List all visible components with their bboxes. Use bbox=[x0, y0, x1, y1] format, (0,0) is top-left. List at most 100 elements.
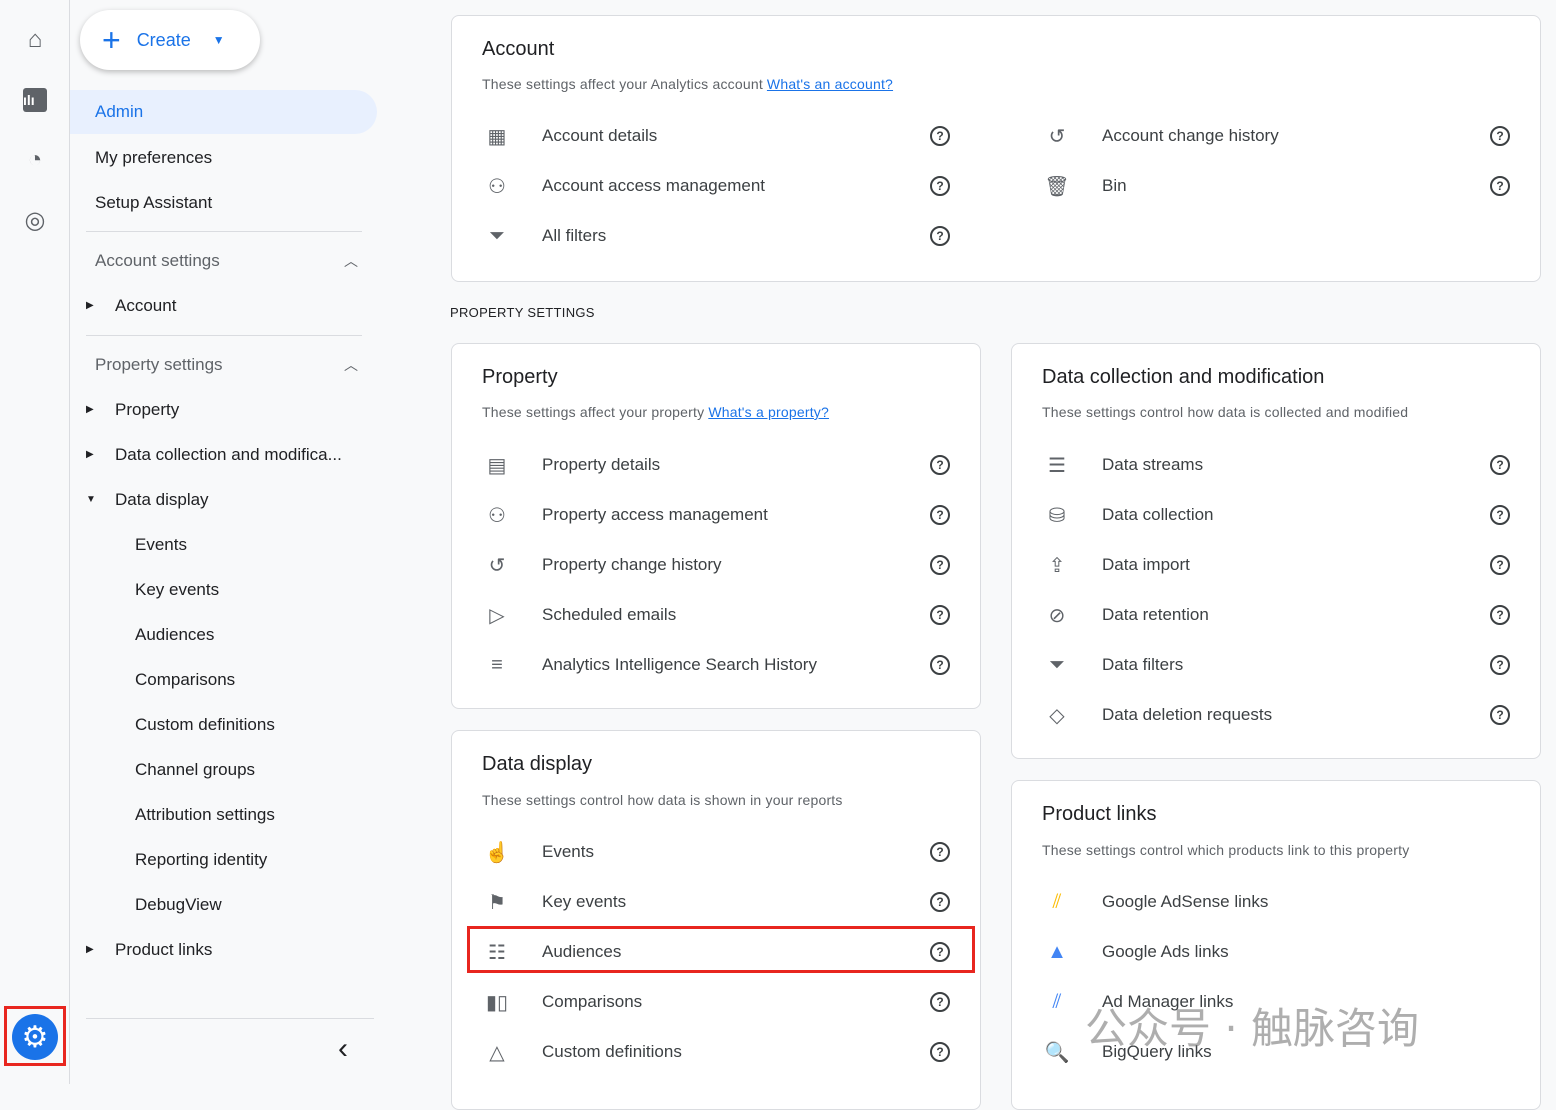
help-link[interactable]: What's a property? bbox=[708, 404, 829, 420]
settings-row-data-import[interactable]: ⇪ Data import? bbox=[1012, 545, 1512, 585]
settings-row-analytics-intelligence-search-history[interactable]: ≡ Analytics Intelligence Search History? bbox=[452, 645, 952, 685]
help-icon[interactable]: ? bbox=[930, 555, 950, 575]
sidebar-item-debugview[interactable]: DebugView bbox=[135, 895, 222, 915]
settings-row-property-access-management[interactable]: ⚇ Property access management? bbox=[452, 495, 952, 535]
help-icon[interactable]: ? bbox=[1490, 455, 1510, 475]
help-icon[interactable]: ? bbox=[930, 176, 950, 196]
settings-row-comparisons[interactable]: ▮▯ Comparisons? bbox=[452, 982, 952, 1022]
row-label: Property access management bbox=[542, 505, 768, 524]
row-label: Data filters bbox=[1102, 655, 1184, 674]
bigquery-icon: 🔍 bbox=[1044, 1041, 1070, 1064]
plus-icon: + bbox=[102, 21, 121, 58]
sidebar-item-key-events[interactable]: Key events bbox=[135, 580, 219, 600]
settings-row-data-deletion-requests[interactable]: ◇ Data deletion requests? bbox=[1012, 695, 1512, 735]
create-button[interactable]: + Create ▼ bbox=[80, 10, 260, 70]
divider bbox=[86, 231, 362, 232]
settings-row-key-events[interactable]: ⚑ Key events? bbox=[452, 882, 952, 922]
search-history-icon: ≡ bbox=[491, 653, 503, 676]
settings-row-account-access-management[interactable]: ⚇ Account access management? bbox=[452, 166, 952, 206]
sidebar-item-custom-definitions[interactable]: Custom definitions bbox=[135, 715, 275, 735]
help-icon[interactable]: ? bbox=[1490, 605, 1510, 625]
sidebar-group-account-settings[interactable]: Account settings bbox=[95, 251, 220, 271]
sidebar-item-product-links[interactable]: Product links bbox=[115, 940, 212, 960]
property-card: Property These settings affect your prope… bbox=[451, 343, 981, 709]
sidebar-item-admin[interactable]: Admin bbox=[70, 90, 377, 134]
settings-row-data-retention[interactable]: ⊘ Data retention? bbox=[1012, 595, 1512, 635]
settings-row-google-adsense-links[interactable]: ⫽ Google AdSense links bbox=[1012, 882, 1512, 922]
card-title: Account bbox=[482, 38, 555, 60]
sidebar-item-data-display[interactable]: Data display bbox=[115, 490, 209, 510]
row-label: Custom definitions bbox=[542, 1042, 682, 1061]
help-icon[interactable]: ? bbox=[1490, 555, 1510, 575]
sidebar-item-audiences[interactable]: Audiences bbox=[135, 625, 214, 645]
sidebar-group-property-settings[interactable]: Property settings bbox=[95, 355, 223, 375]
expand-arrow-icon[interactable]: ▶ bbox=[86, 300, 94, 311]
divider bbox=[86, 1018, 374, 1019]
description-text: These settings control how data is colle… bbox=[1042, 404, 1409, 420]
collapse-sidebar-icon[interactable]: ‹ bbox=[338, 1032, 348, 1066]
row-label: Key events bbox=[542, 892, 627, 911]
settings-row-data-filters[interactable]: ⏷ Data filters? bbox=[1012, 645, 1512, 685]
advertising-icon[interactable]: ◎ bbox=[20, 205, 50, 235]
settings-row-data-collection[interactable]: ⛁ Data collection? bbox=[1012, 495, 1512, 535]
expand-arrow-icon[interactable]: ▶ bbox=[86, 449, 94, 460]
row-label: Comparisons bbox=[542, 992, 643, 1011]
settings-row-all-filters[interactable]: ⏷ All filters? bbox=[452, 216, 952, 256]
help-icon[interactable]: ? bbox=[1490, 126, 1510, 146]
sidebar-item-reporting-identity[interactable]: Reporting identity bbox=[135, 850, 267, 870]
reports-icon[interactable]: ılı bbox=[20, 85, 50, 115]
help-icon[interactable]: ? bbox=[930, 605, 950, 625]
settings-row-account-change-history[interactable]: ↺ Account change history? bbox=[1012, 116, 1512, 156]
row-label: Scheduled emails bbox=[542, 605, 677, 624]
sidebar-item-events[interactable]: Events bbox=[135, 535, 187, 555]
settings-row-custom-definitions[interactable]: △ Custom definitions? bbox=[452, 1032, 952, 1072]
settings-row-events[interactable]: ☝ Events? bbox=[452, 832, 952, 872]
explore-icon[interactable]: ◔ bbox=[20, 145, 50, 175]
help-icon[interactable]: ? bbox=[930, 505, 950, 525]
settings-row-google-ads-links[interactable]: ▲ Google Ads links bbox=[1012, 932, 1512, 972]
row-label: Data deletion requests bbox=[1102, 705, 1273, 724]
product-links-card: Product links These settings control whic… bbox=[1011, 780, 1541, 1110]
account-card: Account These settings affect your Analyt… bbox=[451, 15, 1541, 282]
data-display-card: Data display These settings control how d… bbox=[451, 730, 981, 1110]
help-icon[interactable]: ? bbox=[930, 126, 950, 146]
help-icon[interactable]: ? bbox=[1490, 655, 1510, 675]
sidebar-item-my-preferences[interactable]: My preferences bbox=[95, 148, 212, 168]
settings-row-scheduled-emails[interactable]: ▷ Scheduled emails? bbox=[452, 595, 952, 635]
left-rail: ⌂ ılı ◔ ◎ ⚙ bbox=[0, 0, 70, 1084]
settings-row-data-streams[interactable]: ☰ Data streams? bbox=[1012, 445, 1512, 485]
help-icon[interactable]: ? bbox=[930, 655, 950, 675]
sidebar-item-attribution-settings[interactable]: Attribution settings bbox=[135, 805, 275, 825]
expand-arrow-icon[interactable]: ▶ bbox=[86, 404, 94, 415]
sidebar-item-data-collection[interactable]: Data collection and modifica... bbox=[115, 445, 342, 465]
filter-icon: ⏷ bbox=[489, 224, 505, 247]
help-icon[interactable]: ? bbox=[1490, 705, 1510, 725]
row-label: Account details bbox=[542, 126, 658, 145]
help-icon[interactable]: ? bbox=[1490, 176, 1510, 196]
expand-arrow-icon[interactable]: ▶ bbox=[86, 944, 94, 955]
sidebar-item-channel-groups[interactable]: Channel groups bbox=[135, 760, 255, 780]
sidebar-item-setup-assistant[interactable]: Setup Assistant bbox=[95, 193, 212, 213]
help-icon[interactable]: ? bbox=[930, 992, 950, 1012]
home-icon[interactable]: ⌂ bbox=[20, 25, 50, 55]
help-link[interactable]: What's an account? bbox=[767, 76, 893, 92]
chevron-up-icon[interactable]: ︿ bbox=[344, 355, 358, 375]
help-icon[interactable]: ? bbox=[930, 1042, 950, 1062]
help-icon[interactable]: ? bbox=[930, 842, 950, 862]
sidebar-item-property[interactable]: Property bbox=[115, 400, 179, 420]
collapse-arrow-icon[interactable]: ▼ bbox=[86, 494, 96, 505]
card-description: These settings affect your property What'… bbox=[482, 404, 829, 420]
settings-row-property-details[interactable]: ▤ Property details? bbox=[452, 445, 952, 485]
settings-row-bin[interactable]: 🗑 Bin? bbox=[1012, 166, 1512, 206]
settings-row-property-change-history[interactable]: ↺ Property change history? bbox=[452, 545, 952, 585]
row-label: Analytics Intelligence Search History bbox=[542, 655, 817, 674]
sidebar-item-account[interactable]: Account bbox=[115, 296, 176, 316]
help-icon[interactable]: ? bbox=[930, 455, 950, 475]
help-icon[interactable]: ? bbox=[1490, 505, 1510, 525]
help-icon[interactable]: ? bbox=[930, 892, 950, 912]
chevron-up-icon[interactable]: ︿ bbox=[344, 251, 358, 271]
sidebar-item-comparisons[interactable]: Comparisons bbox=[135, 670, 235, 690]
settings-row-account-details[interactable]: ▦ Account details? bbox=[452, 116, 952, 156]
help-icon[interactable]: ? bbox=[930, 226, 950, 246]
filter-icon: ⏷ bbox=[1049, 653, 1065, 676]
